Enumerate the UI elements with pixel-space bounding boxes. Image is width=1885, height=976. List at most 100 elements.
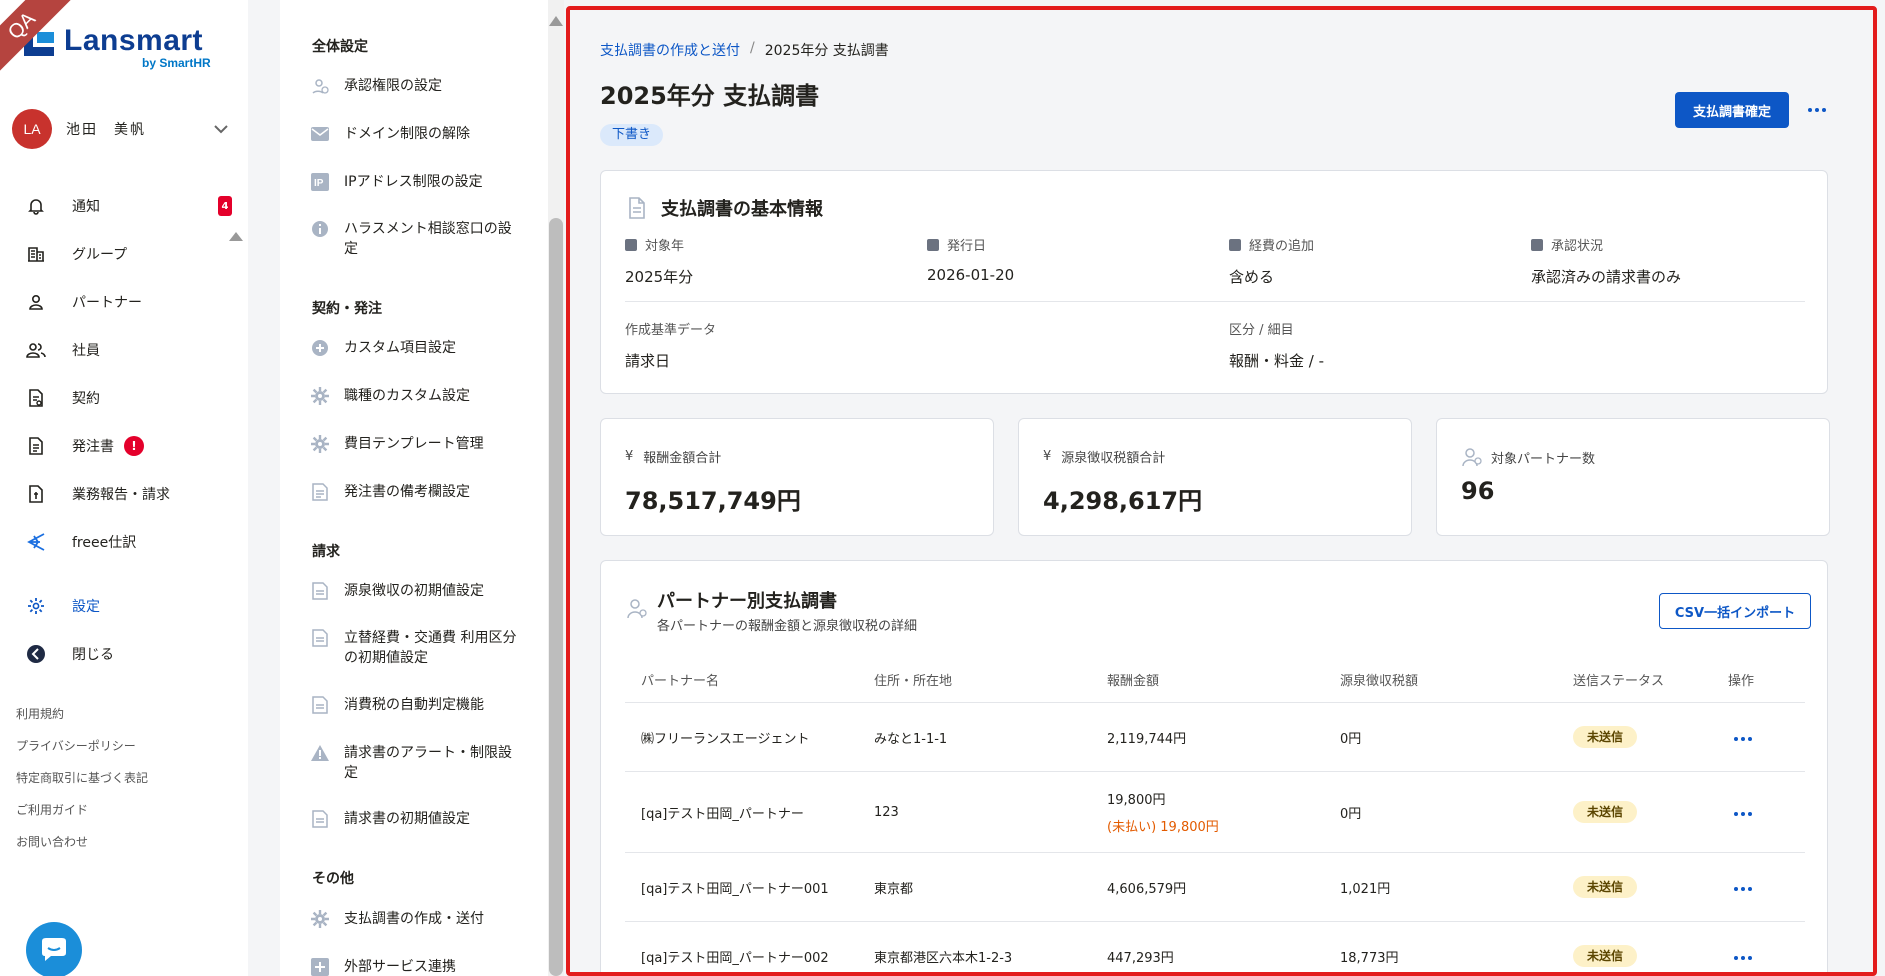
subnav-item-invoice-alerts[interactable]: 請求書のアラート・制限設定 xyxy=(310,743,520,783)
field-label: 発行日 xyxy=(947,239,987,254)
footer-link-privacy[interactable]: プライバシーポリシー xyxy=(16,730,148,762)
basic-info-heading: 支払調書の基本情報 xyxy=(625,195,823,221)
table-row[interactable]: [qa]テスト田岡_パートナー 123 19,800円 (未払い) 19,800… xyxy=(625,772,1805,853)
basic-info-card: 支払調書の基本情報 対象年 2025年分 発行日 2026-01-20 経費の追… xyxy=(600,170,1828,394)
svg-text:IP: IP xyxy=(314,178,324,189)
row-actions-button[interactable] xyxy=(1728,883,1758,895)
col-header-name[interactable]: パートナー名 xyxy=(625,670,858,689)
send-status-badge: 未送信 xyxy=(1573,876,1638,898)
more-actions-button[interactable] xyxy=(1802,98,1832,122)
subnav-label: IPアドレス制限の設定 xyxy=(344,174,483,190)
user-menu[interactable]: LA 池田 美帆 xyxy=(12,108,232,150)
subnav-item-ip[interactable]: IP IPアドレス制限の設定 xyxy=(310,172,520,192)
footer-link-guide[interactable]: ご利用ガイド xyxy=(16,794,148,826)
cell-name: [qa]テスト田岡_パートナー xyxy=(641,806,804,822)
subnav-section-billing: 請求 xyxy=(312,544,340,560)
nav-label: 社員 xyxy=(72,343,100,359)
breadcrumb-parent-link[interactable]: 支払調書の作成と送付 xyxy=(600,40,740,60)
subnav-item-payment-statement[interactable]: 支払調書の作成・送付 xyxy=(310,909,520,929)
nav-item-contracts[interactable]: 契約 xyxy=(0,374,230,422)
row-actions-button[interactable] xyxy=(1728,952,1758,964)
calendar-icon xyxy=(927,238,939,251)
subnav-item-expense-templates[interactable]: 費目テンプレート管理 xyxy=(310,434,520,454)
subnav-label: ハラスメント相談窓口の設定 xyxy=(344,221,512,257)
document-icon xyxy=(310,695,330,715)
logo[interactable]: Lansmart by SmartHR xyxy=(24,24,224,78)
partners-card: パートナー別支払調書 各パートナーの報酬金額と源泉徴収税の詳細 CSV一括インポ… xyxy=(600,560,1828,972)
warning-icon xyxy=(310,743,330,763)
subnav-item-domain[interactable]: ドメイン制限の解除 xyxy=(310,124,520,144)
confirm-statement-button[interactable]: 支払調書確定 xyxy=(1675,92,1789,128)
nav-item-settings[interactable]: 設定 xyxy=(0,582,230,630)
subnav-label: 発注書の備考欄設定 xyxy=(344,484,470,500)
subnav-scrollbar-thumb[interactable] xyxy=(549,218,563,976)
subnav-item-approval[interactable]: 承認権限の設定 xyxy=(310,76,520,96)
subnav-item-integrations[interactable]: 外部サービス連携 xyxy=(310,957,520,976)
basic-info-title: 支払調書の基本情報 xyxy=(661,199,823,220)
collapse-icon xyxy=(26,644,46,664)
table-row[interactable]: ㈱フリーランスエージェント みなと1-1-1 2,119,744円 0円 未送信 xyxy=(625,703,1805,772)
field-basis-data: 作成基準データ 請求日 xyxy=(625,319,716,371)
gear-icon xyxy=(26,596,46,616)
more-horizontal-icon xyxy=(1734,736,1752,741)
stat-value: 78,517,749円 xyxy=(625,487,801,515)
chevron-down-icon[interactable] xyxy=(210,118,232,140)
main-sidebar: QA Lansmart by SmartHR LA 池田 美帆 通知 4 グルー… xyxy=(0,0,248,976)
subnav-item-custom-fields[interactable]: カスタム項目設定 xyxy=(310,338,520,358)
subnav-item-invoice-defaults[interactable]: 請求書の初期値設定 xyxy=(310,809,520,829)
cell-actions xyxy=(1712,730,1805,745)
csv-import-button[interactable]: CSV一括インポート xyxy=(1659,593,1811,629)
cell-status: 未送信 xyxy=(1557,876,1712,898)
subnav-item-expense-category[interactable]: 立替経費・交通費 利用区分の初期値設定 xyxy=(310,628,520,668)
stat-value: 96 xyxy=(1461,477,1495,505)
subnav-section-other: その他 xyxy=(312,871,354,887)
nav-label: 発注書 xyxy=(72,439,114,455)
subnav-item-po-remarks[interactable]: 発注書の備考欄設定 xyxy=(310,482,520,502)
user-name: 池田 美帆 xyxy=(66,122,146,138)
field-value: 請求日 xyxy=(625,352,671,370)
subnav-item-withholding[interactable]: 源泉徴収の初期値設定 xyxy=(310,581,520,601)
subnav-label: 請求書のアラート・制限設定 xyxy=(344,745,512,781)
nav-scroll-up-icon[interactable] xyxy=(229,232,243,241)
subnav-item-job-types[interactable]: 職種のカスタム設定 xyxy=(310,386,520,406)
subnav-item-harassment[interactable]: ハラスメント相談窓口の設定 xyxy=(310,219,520,259)
cell-amount-value: 447,293円 xyxy=(1107,950,1174,966)
chat-icon xyxy=(42,938,66,961)
nav-item-purchase-orders[interactable]: 発注書 ! xyxy=(0,422,230,470)
nav-item-reports-invoices[interactable]: 業務報告・請求 xyxy=(0,470,230,518)
contract-icon xyxy=(26,388,46,408)
col-header-address[interactable]: 住所・所在地 xyxy=(858,670,1091,689)
cell-amount: 2,119,744円 xyxy=(1091,728,1324,747)
nav-item-employees[interactable]: 社員 xyxy=(0,326,230,374)
nav-item-groups[interactable]: グループ xyxy=(0,230,230,278)
nav-item-close[interactable]: 閉じる xyxy=(0,630,230,678)
col-header-status[interactable]: 送信ステータス xyxy=(1557,670,1712,689)
divider xyxy=(625,301,1805,302)
row-actions-button[interactable] xyxy=(1728,808,1758,820)
cell-amount-value: 2,119,744円 xyxy=(1107,731,1187,747)
invoice-icon xyxy=(26,484,46,504)
footer-link-tokushoho[interactable]: 特定商取引に基づく表記 xyxy=(16,762,148,794)
cell-status: 未送信 xyxy=(1557,726,1712,748)
subnav-label: 源泉徴収の初期値設定 xyxy=(344,583,484,599)
footer-link-contact[interactable]: お問い合わせ xyxy=(16,826,148,858)
subnav-item-tax-auto[interactable]: 消費税の自動判定機能 xyxy=(310,695,520,715)
table-row[interactable]: [qa]テスト田岡_パートナー001 東京都 4,606,579円 1,021円… xyxy=(625,853,1805,922)
footer-link-terms[interactable]: 利用規約 xyxy=(16,698,148,730)
subnav-scroll-up-icon[interactable] xyxy=(549,16,563,26)
col-header-tax[interactable]: 源泉徴収税額 xyxy=(1324,670,1557,689)
breadcrumb-current: 2025年分 支払調書 xyxy=(764,43,889,59)
nav-item-partners[interactable]: パートナー xyxy=(0,278,230,326)
info-icon xyxy=(310,219,330,239)
row-actions-button[interactable] xyxy=(1728,733,1758,745)
field-label: 対象年 xyxy=(645,239,685,254)
chat-support-button[interactable] xyxy=(26,922,82,976)
footer-links: 利用規約 プライバシーポリシー 特定商取引に基づく表記 ご利用ガイド お問い合わ… xyxy=(16,698,148,858)
nav-item-freee[interactable]: freee仕訳 xyxy=(0,518,230,566)
table-row[interactable]: [qa]テスト田岡_パートナー002 東京都港区六本木1-2-3 447,293… xyxy=(625,922,1805,972)
cell-tax: 0円 xyxy=(1340,731,1362,747)
people-icon xyxy=(26,340,46,360)
nav-item-notifications[interactable]: 通知 4 xyxy=(0,182,232,230)
col-header-amount[interactable]: 報酬金額 xyxy=(1091,670,1324,689)
stat-label: 源泉徴収税額合計 xyxy=(1061,451,1166,466)
